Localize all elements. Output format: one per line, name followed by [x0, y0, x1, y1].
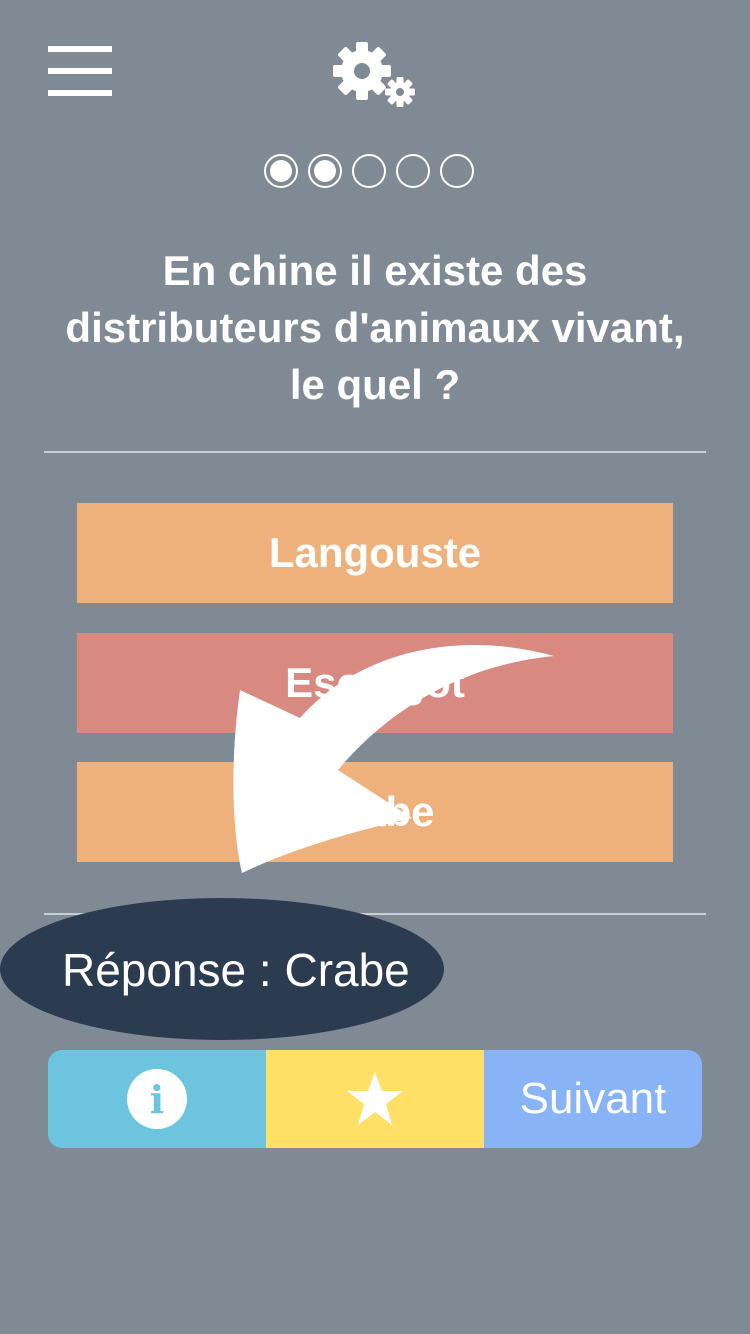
info-icon: i: [127, 1069, 187, 1129]
menu-button[interactable]: [48, 46, 112, 96]
answer-option-2[interactable]: Escargot: [77, 633, 673, 733]
progress-dot: [396, 154, 430, 188]
menu-bar: [48, 68, 112, 74]
next-button[interactable]: Suivant: [484, 1050, 702, 1148]
menu-bar: [48, 90, 112, 96]
progress-dot: [352, 154, 386, 188]
answer-option-3[interactable]: Crabe: [77, 762, 673, 862]
answer-option-1[interactable]: Langouste: [77, 503, 673, 603]
settings-button[interactable]: [330, 40, 420, 110]
gears-icon: [333, 42, 415, 107]
divider: [44, 451, 706, 453]
progress-dot: [440, 154, 474, 188]
star-icon: [347, 1072, 403, 1125]
bottom-toolbar: i Suivant: [48, 1050, 702, 1148]
answer-result-text: Réponse : Crabe: [62, 944, 410, 996]
progress-dot-completed: [264, 154, 298, 188]
menu-bar: [48, 46, 112, 52]
question-text: En chine il existe des distributeurs d'a…: [65, 247, 685, 408]
question-progress: [264, 154, 488, 192]
progress-dot-completed: [308, 154, 342, 188]
info-button[interactable]: i: [48, 1050, 266, 1148]
favorite-button[interactable]: [266, 1050, 484, 1148]
